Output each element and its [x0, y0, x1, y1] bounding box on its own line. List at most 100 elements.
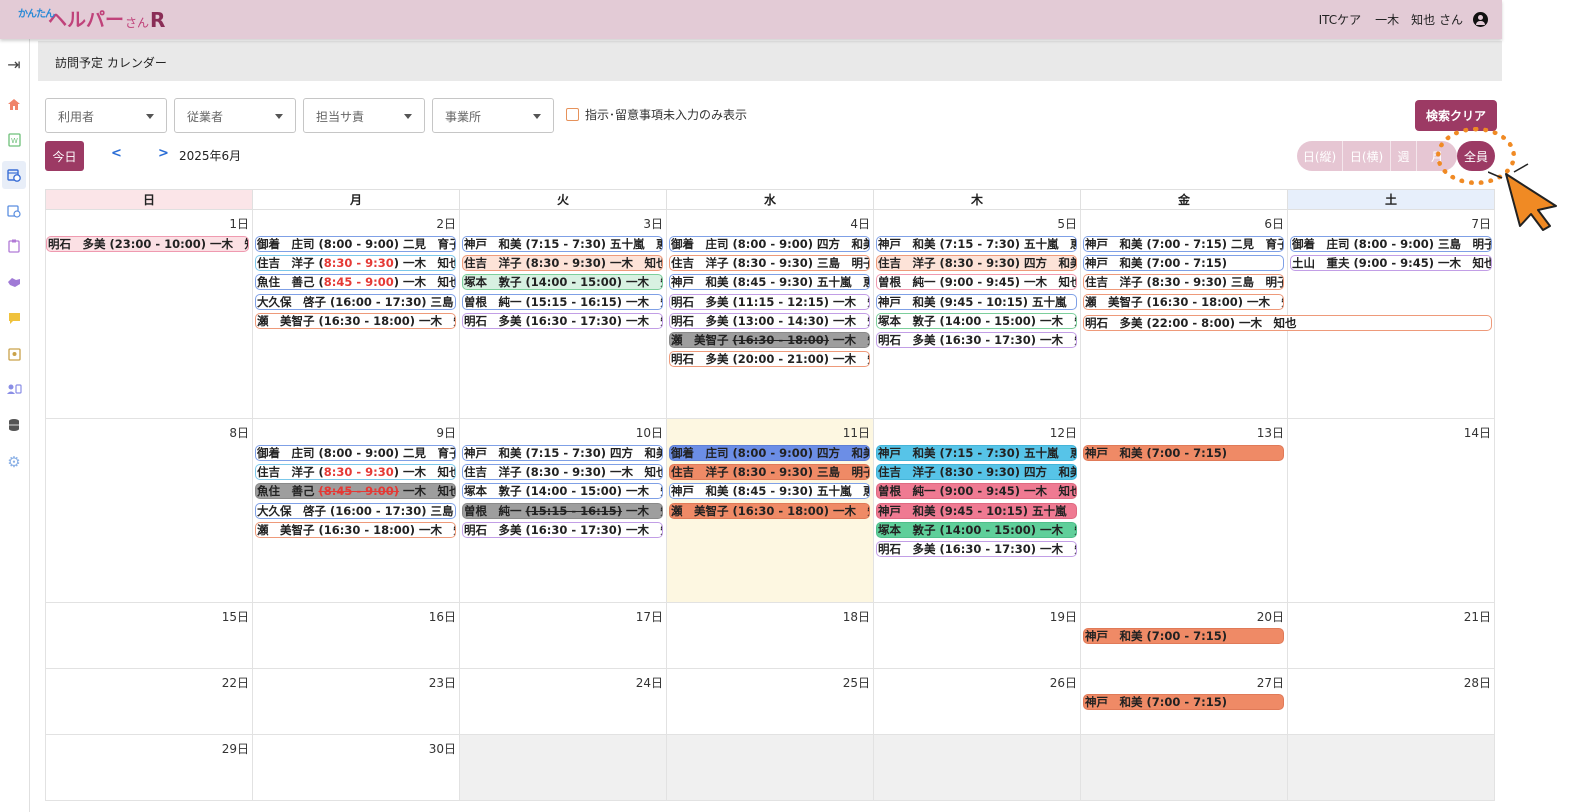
- visit-event[interactable]: 御着 庄司 (8:00 - 9:00) 三島 明子: [1290, 236, 1492, 252]
- visit-event[interactable]: 御着 庄司 (8:00 - 9:00) 四方 和美: [669, 236, 870, 252]
- sidebar-item-contact[interactable]: [5, 345, 23, 363]
- visit-event[interactable]: 明石 多美 (11:15 - 12:15) 一木 知也: [669, 294, 870, 310]
- day-cell[interactable]: 16日: [252, 603, 459, 669]
- visit-event[interactable]: 曽根 純一 (9:00 - 9:45) 一木 知也: [876, 274, 1077, 290]
- unentered-only-checkbox[interactable]: [566, 107, 579, 121]
- day-cell[interactable]: 8日: [45, 419, 252, 603]
- visit-event[interactable]: 神戸 和美 (7:15 - 7:30) 五十嵐 恵子: [876, 236, 1077, 252]
- day-cell[interactable]: 23日: [252, 669, 459, 735]
- visit-event[interactable]: 曽根 純一 (15:15 - 16:15) 一木 知也: [462, 294, 663, 310]
- visit-event[interactable]: 住吉 洋子 (8:30 - 9:30) 一木 知也: [255, 464, 456, 480]
- settings-gear-icon[interactable]: ⚙: [5, 453, 23, 471]
- visit-event[interactable]: 神戸 和美 (9:45 - 10:15) 五十嵐 恵子: [876, 294, 1077, 310]
- client-select[interactable]: 利用者: [45, 98, 167, 133]
- day-cell[interactable]: 14日: [1287, 419, 1495, 603]
- clear-search-button[interactable]: 検索クリア: [1415, 100, 1497, 131]
- visit-event[interactable]: 神戸 和美 (8:45 - 9:30) 五十嵐 恵子: [669, 483, 870, 499]
- home-icon: [8, 98, 20, 110]
- sidebar-item-message[interactable]: [5, 309, 23, 327]
- visit-event-cancelled[interactable]: 曽根 純一 (15:15 - 16:15) 一木 知也: [462, 503, 663, 519]
- sidebar-item-clipboard[interactable]: [5, 237, 23, 255]
- day-cell[interactable]: 29日: [45, 735, 252, 801]
- day-cell[interactable]: 28日: [1287, 669, 1495, 735]
- next-month-button[interactable]: >: [158, 146, 169, 161]
- sidebar-item-users[interactable]: [5, 380, 23, 398]
- app-logo[interactable]: かんたん ヘルパー さん R: [14, 2, 165, 36]
- sidebar-item-database[interactable]: [5, 416, 23, 434]
- prev-month-button[interactable]: <: [111, 146, 122, 161]
- visit-event-done[interactable]: 神戸 和美 (7:15 - 7:30) 五十嵐 恵子: [876, 445, 1077, 461]
- visit-event[interactable]: 神戸 和美 (7:00 - 7:15): [1083, 255, 1284, 271]
- visit-event[interactable]: 明石 多美 (20:00 - 21:00) 一木 知也: [669, 351, 870, 367]
- today-button[interactable]: 今日: [45, 141, 84, 171]
- visit-event-done[interactable]: 神戸 和美 (7:00 - 7:15): [1083, 628, 1284, 644]
- office-select[interactable]: 事業所: [432, 98, 554, 133]
- visit-event[interactable]: 土山 重夫 (9:00 - 9:45) 一木 知也: [1290, 255, 1492, 271]
- visit-event[interactable]: 住吉 洋子 (8:30 - 9:30) 三島 明子: [669, 255, 870, 271]
- sidebar-item-calendar[interactable]: [5, 166, 23, 184]
- visit-event-done[interactable]: 神戸 和美 (7:00 - 7:15): [1083, 445, 1284, 461]
- visit-event[interactable]: 住吉 洋子 (8:30 - 9:30) 一木 知也: [462, 255, 663, 271]
- day-cell[interactable]: 30日: [252, 735, 459, 801]
- sidebar-item-home[interactable]: [5, 95, 23, 113]
- day-cell[interactable]: 17日: [459, 603, 666, 669]
- visit-event[interactable]: 瀬 美智子 (16:30 - 18:00) 一木 知也: [255, 522, 456, 538]
- unentered-only-toggle[interactable]: 指示･留意事項未入力のみ表示: [566, 105, 747, 123]
- visit-event[interactable]: 住吉 洋子 (8:30 - 9:30) 四方 和美: [876, 255, 1077, 271]
- day-cell[interactable]: 24日: [459, 669, 666, 735]
- visit-event[interactable]: 塚本 敦子 (14:00 - 15:00) 一木 知也: [462, 274, 663, 290]
- visit-event[interactable]: 大久保 啓子 (16:00 - 17:30) 三島 明子: [255, 503, 456, 519]
- visit-event[interactable]: 明石 多美 (13:00 - 14:30) 一木 知也: [669, 313, 870, 329]
- visit-event[interactable]: 魚住 善己 (8:45 - 9:00) 一木 知也: [255, 274, 456, 290]
- visit-event[interactable]: 住吉 洋子 (8:30 - 9:30) 一木 知也: [255, 255, 456, 271]
- visit-event[interactable]: 明石 多美 (23:00 - 10:00) 一木 知也: [46, 236, 249, 252]
- view-day-vertical-button[interactable]: 日(縦): [1297, 141, 1343, 171]
- visit-event-done[interactable]: 神戸 和美 (7:00 - 7:15): [1083, 694, 1284, 710]
- day-cell[interactable]: 21日: [1287, 603, 1495, 669]
- day-cell[interactable]: 22日: [45, 669, 252, 735]
- visit-event-done[interactable]: 塚本 敦子 (14:00 - 15:00) 一木 知也: [876, 522, 1077, 538]
- expand-sidebar-icon[interactable]: ⇥: [5, 56, 23, 74]
- visit-event[interactable]: 明石 多美 (16:30 - 17:30) 一木 知也: [876, 332, 1077, 348]
- visit-event[interactable]: 神戸 和美 (8:45 - 9:30) 五十嵐 恵子: [669, 274, 870, 290]
- visit-event[interactable]: 瀬 美智子 (16:30 - 18:00) 一木 知也: [1083, 294, 1284, 310]
- visit-event-cancelled[interactable]: 瀬 美智子 (16:30 - 18:00) 一木 知也: [669, 332, 870, 348]
- visit-event-done[interactable]: 御着 庄司 (8:00 - 9:00) 四方 和美: [669, 445, 870, 461]
- visit-event[interactable]: 明石 多美 (16:30 - 17:30) 一木 知也: [462, 313, 663, 329]
- visit-event[interactable]: 神戸 和美 (7:15 - 7:30) 四方 和美: [462, 445, 663, 461]
- visit-event-done[interactable]: 曽根 純一 (9:00 - 9:45) 一木 知也: [876, 483, 1077, 499]
- visit-event[interactable]: 神戸 和美 (7:00 - 7:15) 二見 育子: [1083, 236, 1284, 252]
- visit-event[interactable]: 明石 多美 (16:30 - 17:30) 一木 知也: [462, 522, 663, 538]
- visit-event[interactable]: 大久保 啓子 (16:00 - 17:30) 三島 明子: [255, 294, 456, 310]
- visit-event-done[interactable]: 神戸 和美 (9:45 - 10:15) 五十嵐 恵子: [876, 503, 1077, 519]
- weekday-wednesday: 水: [666, 189, 873, 210]
- sidebar-item-schedule[interactable]: [5, 202, 23, 220]
- visit-event-multiday[interactable]: 明石 多美 (22:00 - 8:00) 一木 知也: [1083, 315, 1492, 331]
- visit-event[interactable]: 瀬 美智子 (16:30 - 18:00) 一木 知也: [255, 313, 456, 329]
- day-cell[interactable]: 15日: [45, 603, 252, 669]
- sidebar-item-document[interactable]: W: [5, 131, 23, 149]
- visit-event-done[interactable]: 住吉 洋子 (8:30 - 9:30) 三島 明子: [669, 464, 870, 480]
- day-cell[interactable]: 18日: [666, 603, 873, 669]
- visit-event[interactable]: 御着 庄司 (8:00 - 9:00) 二見 育子: [255, 236, 456, 252]
- visit-event[interactable]: 明石 多美 (16:30 - 17:30) 一木 知也: [876, 541, 1077, 557]
- manager-select[interactable]: 担当サ責: [303, 98, 425, 133]
- day-cell[interactable]: 25日: [666, 669, 873, 735]
- sidebar-item-handshake[interactable]: [5, 273, 23, 291]
- visit-event-cancelled[interactable]: 魚住 善己 (8:45 - 9:00) 一木 知也: [255, 483, 456, 499]
- visit-event[interactable]: 神戸 和美 (7:15 - 7:30) 五十嵐 恵子: [462, 236, 663, 252]
- visit-event[interactable]: 塚本 敦子 (14:00 - 15:00) 一木 知也: [462, 483, 663, 499]
- visit-event[interactable]: 塚本 敦子 (14:00 - 15:00) 一木 知也: [876, 313, 1077, 329]
- visit-event-done[interactable]: 住吉 洋子 (8:30 - 9:30) 四方 和美: [876, 464, 1077, 480]
- staff-select[interactable]: 従業者: [174, 98, 296, 133]
- account-icon[interactable]: [1473, 12, 1488, 27]
- view-day-horizontal-button[interactable]: 日(横): [1343, 141, 1391, 171]
- visit-event[interactable]: 住吉 洋子 (8:30 - 9:30) 一木 知也: [462, 464, 663, 480]
- day-cell[interactable]: 19日: [873, 603, 1080, 669]
- day-cell[interactable]: 26日: [873, 669, 1080, 735]
- visit-event[interactable]: 住吉 洋子 (8:30 - 9:30) 三島 明子: [1083, 274, 1284, 290]
- visit-event[interactable]: 御着 庄司 (8:00 - 9:00) 二見 育子: [255, 445, 456, 461]
- view-week-button[interactable]: 週: [1391, 141, 1417, 171]
- day-number: 10日: [635, 426, 663, 440]
- visit-event-done[interactable]: 瀬 美智子 (16:30 - 18:00) 一木 知也: [669, 503, 870, 519]
